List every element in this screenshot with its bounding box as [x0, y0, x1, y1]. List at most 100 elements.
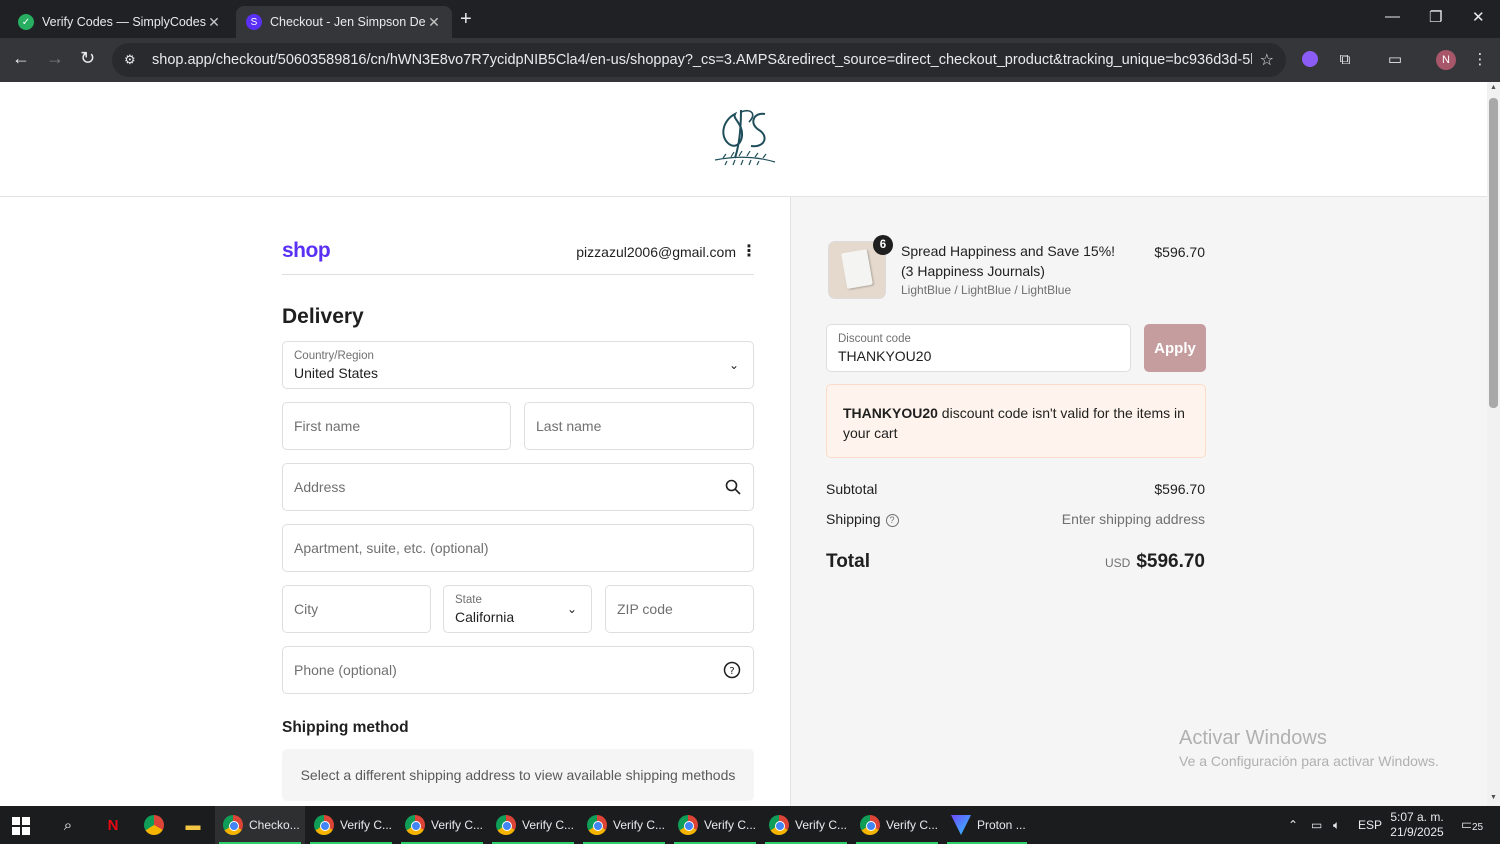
chrome-icon	[314, 815, 334, 835]
product-variant: LightBlue / LightBlue / LightBlue	[901, 283, 1072, 297]
shipping-method-notice: Select a different shipping address to v…	[282, 749, 754, 801]
clock-time: 5:07 a. m.	[1390, 810, 1444, 824]
language-indicator[interactable]: ESP	[1358, 806, 1382, 844]
system-clock[interactable]: 5:07 a. m. 21/9/2025	[1388, 810, 1446, 840]
site-info-icon[interactable]: ⚙	[124, 52, 140, 68]
menu-kebab-icon[interactable]: ⋮	[1470, 49, 1490, 69]
tab-title: Verify Codes — SimplyCodes	[42, 15, 206, 29]
zip-placeholder: ZIP code	[617, 601, 673, 617]
cast-icon[interactable]: ▭	[1385, 49, 1405, 69]
zip-input[interactable]: ZIP code	[605, 585, 754, 633]
minimize-icon[interactable]: —	[1385, 8, 1400, 25]
back-icon[interactable]: ←	[12, 48, 30, 69]
url-text[interactable]: shop.app/checkout/50603589816/cn/hWN3E8v…	[152, 52, 1252, 68]
taskbar-app-verify-1[interactable]: Verify C...	[306, 806, 396, 844]
apply-button[interactable]: Apply	[1144, 324, 1206, 372]
apartment-placeholder: Apartment, suite, etc. (optional)	[294, 540, 489, 556]
watermark-subtitle: Ve a Configuración para activar Windows.	[1179, 753, 1439, 769]
shipping-row: Shipping?	[826, 511, 899, 527]
notification-count: 25	[1471, 822, 1485, 833]
chrome-icon	[496, 815, 516, 835]
restore-icon[interactable]: ❐	[1429, 8, 1442, 26]
new-tab-icon[interactable]: +	[460, 8, 472, 31]
scroll-down-icon[interactable]: ▼	[1490, 794, 1497, 801]
city-placeholder: City	[294, 601, 319, 617]
shipping-method-heading: Shipping method	[282, 719, 409, 736]
store-header	[0, 82, 1487, 197]
address-placeholder: Address	[294, 479, 346, 495]
last-name-placeholder: Last name	[536, 418, 602, 434]
phone-input[interactable]: Phone (optional) ?	[282, 646, 754, 694]
forward-icon[interactable]: →	[46, 48, 64, 69]
chrome-icon	[587, 815, 607, 835]
product-name: Spread Happiness and Save 15%! (3 Happin…	[901, 243, 1116, 279]
taskbar-app-checkout[interactable]: Checko...	[215, 806, 305, 844]
last-name-input[interactable]: Last name	[524, 402, 754, 450]
checkout-page: shop pizzazul2006@gmail.com ⋮ Delivery C…	[0, 82, 1487, 806]
file-explorer-icon[interactable]: ▬	[182, 814, 204, 836]
delivery-heading: Delivery	[282, 305, 364, 328]
taskbar-app-label: Checko...	[249, 818, 300, 832]
divider	[282, 274, 754, 275]
clock-date: 21/9/2025	[1390, 825, 1444, 839]
chrome-icon	[769, 815, 789, 835]
first-name-input[interactable]: First name	[282, 402, 511, 450]
tab-checkout[interactable]: S Checkout - Jen Simpson Design ✕	[236, 6, 452, 38]
volume-icon[interactable]: 🔈︎	[1333, 806, 1340, 844]
taskbar-app-label: Verify C...	[704, 818, 757, 832]
state-select[interactable]: State California ⌄	[443, 585, 592, 633]
taskbar-app-label: Verify C...	[340, 818, 393, 832]
country-select[interactable]: Country/Region United States ⌄	[282, 341, 754, 389]
extension-icon[interactable]	[1300, 49, 1320, 69]
scroll-thumb[interactable]	[1489, 98, 1498, 408]
total-value: $596.70	[1136, 551, 1205, 572]
subtotal-value: $596.70	[1154, 481, 1205, 497]
taskbar-app-verify-7[interactable]: Verify C...	[852, 806, 942, 844]
puzzle-extensions-icon[interactable]: ⧉	[1335, 49, 1355, 69]
taskbar-app-verify-6[interactable]: Verify C...	[761, 806, 851, 844]
close-window-icon[interactable]: ✕	[1472, 8, 1485, 26]
total-currency: USD	[1104, 556, 1131, 570]
netflix-icon[interactable]: N	[102, 814, 124, 836]
discount-error-banner: THANKYOU20 discount code isn't valid for…	[826, 384, 1206, 458]
search-icon[interactable]: ⌕	[57, 814, 79, 836]
windows-start-icon[interactable]	[12, 817, 30, 835]
discount-code-input[interactable]: Discount code THANKYOU20	[826, 324, 1131, 372]
notification-center-icon[interactable]: ▭ 25	[1461, 816, 1485, 836]
account-menu-icon[interactable]: ⋮	[741, 241, 757, 261]
apartment-input[interactable]: Apartment, suite, etc. (optional)	[282, 524, 754, 572]
chevron-down-icon: ⌄	[566, 602, 577, 616]
search-icon	[725, 479, 741, 495]
close-tab-icon[interactable]: ✕	[206, 14, 222, 31]
chrome-icon[interactable]	[143, 814, 165, 836]
profile-avatar[interactable]: N	[1436, 50, 1456, 70]
taskbar-app-proton[interactable]: Proton ...	[943, 806, 1031, 844]
help-circle-icon[interactable]: ?	[723, 661, 741, 679]
page-scrollbar[interactable]: ▲ ▼	[1487, 82, 1500, 806]
order-summary: 6 Spread Happiness and Save 15%! (3 Happ…	[790, 197, 1487, 806]
taskbar-app-verify-3[interactable]: Verify C...	[488, 806, 578, 844]
bookmark-star-icon[interactable]: ☆	[1260, 50, 1274, 70]
tab-simplycodes[interactable]: ✓ Verify Codes — SimplyCodes ✕	[8, 6, 232, 38]
taskbar-app-verify-5[interactable]: Verify C...	[670, 806, 760, 844]
taskbar-app-verify-4[interactable]: Verify C...	[579, 806, 669, 844]
windows-taskbar: ⌕ N ▬ Checko... Verify C... Verify C... …	[0, 806, 1500, 844]
tray-chevron-up-icon[interactable]: ⌃	[1288, 806, 1298, 844]
address-input[interactable]: Address	[282, 463, 754, 511]
total-row: USD $596.70	[1105, 551, 1205, 573]
total-label: Total	[826, 551, 870, 572]
taskbar-app-verify-2[interactable]: Verify C...	[397, 806, 487, 844]
tab-strip: ✓ Verify Codes — SimplyCodes ✕ S Checkou…	[0, 0, 1500, 38]
close-tab-icon[interactable]: ✕	[426, 14, 442, 31]
city-input[interactable]: City	[282, 585, 431, 633]
store-logo-icon	[714, 109, 776, 166]
watermark-title: Activar Windows	[1179, 727, 1327, 749]
reload-icon[interactable]: ↻	[80, 48, 95, 69]
scroll-up-icon[interactable]: ▲	[1490, 84, 1497, 91]
network-icon[interactable]: ▭	[1311, 806, 1322, 844]
address-bar[interactable]: ⚙ shop.app/checkout/50603589816/cn/hWN3E…	[112, 43, 1286, 77]
help-circle-icon[interactable]: ?	[885, 514, 899, 527]
taskbar-app-label: Proton ...	[977, 818, 1026, 832]
delivery-column: shop pizzazul2006@gmail.com ⋮ Delivery C…	[0, 197, 790, 806]
state-label: State	[455, 594, 482, 606]
